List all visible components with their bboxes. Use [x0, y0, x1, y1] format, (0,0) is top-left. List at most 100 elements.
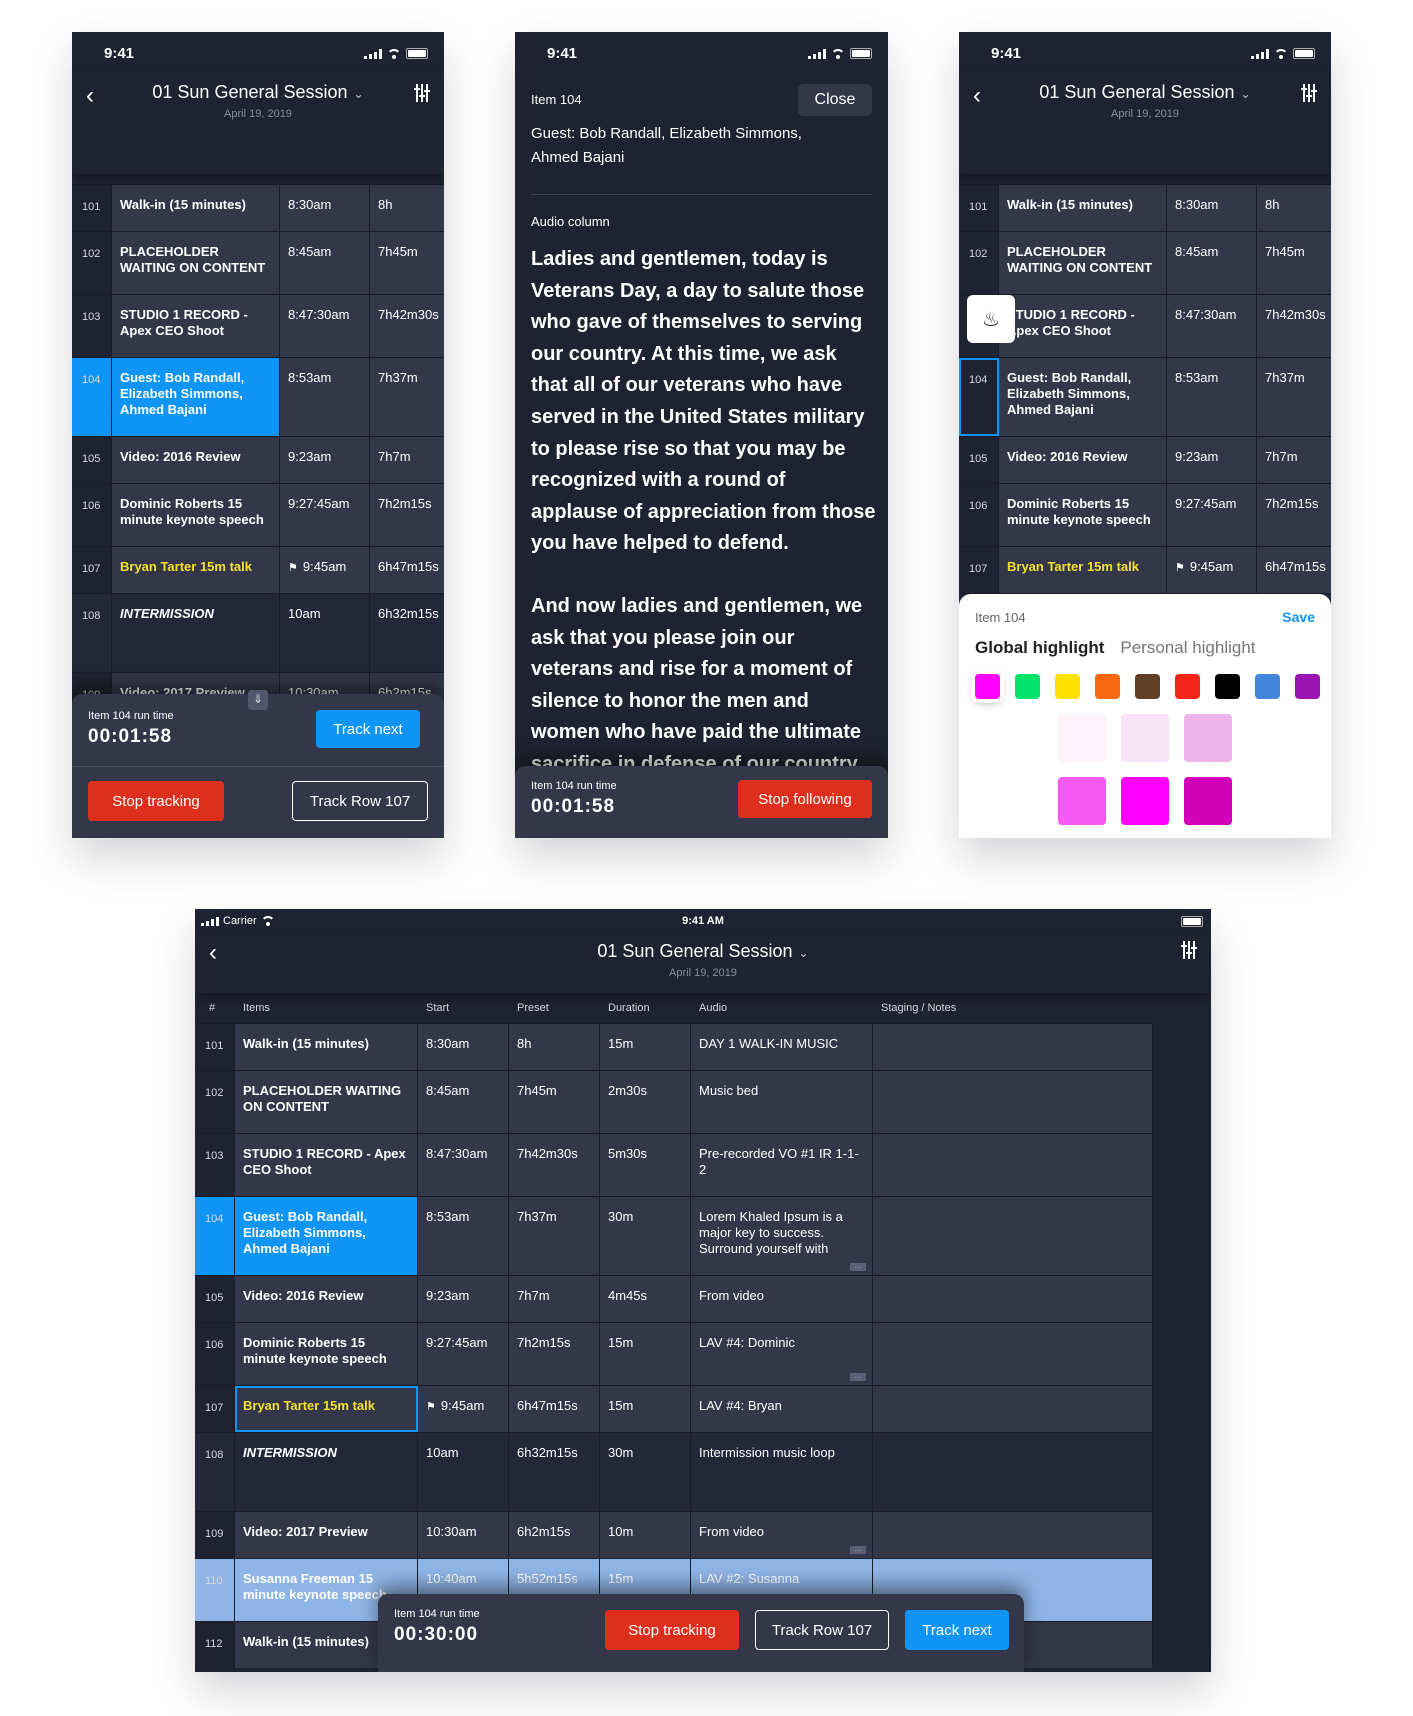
cell-preset[interactable]: 7h45m	[370, 232, 444, 294]
color-swatch[interactable]	[975, 674, 1000, 699]
cell-preset[interactable]: 7h37m	[1257, 358, 1331, 436]
cell-items[interactable]: Video: 2017 Preview	[235, 1512, 418, 1558]
cell-audio[interactable]: LAV #4: Bryan	[691, 1386, 873, 1432]
cell-start[interactable]: 8:47:30am	[418, 1134, 509, 1196]
collapse-chevrons-icon[interactable]: ⇓	[248, 690, 268, 710]
cell-start[interactable]: 8:53am	[418, 1197, 509, 1275]
table-row[interactable]: 107 Bryan Tarter 15m talk ⚑ 9:45am 6h47m15s	[959, 546, 1331, 593]
cell-items[interactable]: Walk-in (15 minutes)	[999, 185, 1167, 231]
shade-swatch[interactable]	[1184, 777, 1232, 825]
more-icon[interactable]: ...	[850, 1262, 866, 1271]
cell-start[interactable]: 8:45am	[280, 232, 370, 294]
cell-preset[interactable]: 7h45m	[509, 1071, 600, 1133]
cell-items[interactable]: Bryan Tarter 15m talk	[999, 547, 1167, 593]
track-row-button[interactable]: Track Row 107	[755, 1610, 889, 1650]
cell-preset[interactable]: 7h2m15s	[370, 484, 444, 546]
track-row-button[interactable]: Track Row 107	[292, 781, 428, 821]
table-row[interactable]: 108 INTERMISSION 10am 6h32m15s 30m Intermissi…	[195, 1432, 1153, 1511]
table-row[interactable]: 104 Guest: Bob Randall, Elizabeth Simmons…	[959, 357, 1331, 436]
column-header-duration[interactable]: Duration	[600, 1002, 691, 1014]
save-button[interactable]: Save	[1282, 609, 1315, 625]
cell-start[interactable]: 9:23am	[418, 1276, 509, 1322]
cell-items[interactable]: INTERMISSION	[235, 1433, 418, 1511]
session-title[interactable]: 01 Sun General Session ⌄	[72, 82, 444, 103]
cell-start[interactable]: 8:30am	[280, 185, 370, 231]
cell-notes[interactable]	[873, 1276, 1153, 1322]
column-header-start[interactable]: Start	[418, 1002, 509, 1014]
track-next-button[interactable]: Track next	[316, 710, 420, 748]
color-swatch[interactable]	[1095, 674, 1120, 699]
color-swatch[interactable]	[1015, 674, 1040, 699]
column-header-preset[interactable]: Preset	[509, 1002, 600, 1014]
cell-notes[interactable]	[873, 1386, 1153, 1432]
track-next-button[interactable]: Track next	[905, 1610, 1009, 1650]
cell-items[interactable]: STUDIO 1 RECORD - Apex CEO Shoot	[112, 295, 280, 357]
table-row[interactable]: 102 PLACEHOLDER WAITING ON CONTENT 8:45am 7…	[195, 1070, 1153, 1133]
cell-start[interactable]: ⚑ 9:45am	[418, 1386, 509, 1432]
table-row[interactable]: 102 PLACEHOLDER WAITING ON CONTENT 8:45am 7…	[959, 231, 1331, 294]
cell-duration[interactable]: 5m30s	[600, 1134, 691, 1196]
paint-bucket-icon[interactable]: ♨	[967, 295, 1015, 343]
cell-items[interactable]: Guest: Bob Randall, Elizabeth Simmons, A…	[112, 358, 280, 436]
filter-sliders-icon[interactable]	[414, 84, 430, 102]
cell-start[interactable]: 10am	[280, 594, 370, 672]
table-row[interactable]: 107 Bryan Tarter 15m talk ⚑ 9:45am 6h47m15s	[72, 546, 444, 593]
color-swatch[interactable]	[1055, 674, 1080, 699]
cell-preset[interactable]: 8h	[509, 1024, 600, 1070]
table-row[interactable]: 107 Bryan Tarter 15m talk ⚑ 9:45am 6h47m15s…	[195, 1385, 1153, 1432]
cell-duration[interactable]: 4m45s	[600, 1276, 691, 1322]
cell-start[interactable]: ⚑ 9:45am	[280, 547, 370, 593]
table-row[interactable]: 108 INTERMISSION 10am 6h32m15s	[72, 593, 444, 672]
color-swatch[interactable]	[1135, 674, 1160, 699]
color-swatch[interactable]	[1215, 674, 1240, 699]
cell-duration[interactable]: 30m	[600, 1197, 691, 1275]
cell-items[interactable]: Dominic Roberts 15 minute keynote speech	[112, 484, 280, 546]
cell-preset[interactable]: 7h2m15s	[509, 1323, 600, 1385]
cell-audio[interactable]: LAV #4: Dominic...	[691, 1323, 873, 1385]
stop-following-button[interactable]: Stop following	[738, 780, 872, 818]
cell-preset[interactable]: 8h	[1257, 185, 1331, 231]
cell-items[interactable]: Dominic Roberts 15 minute keynote speech	[235, 1323, 418, 1385]
shade-swatch[interactable]	[1121, 777, 1169, 825]
cell-start[interactable]: 9:23am	[1167, 437, 1257, 483]
cell-duration[interactable]: 2m30s	[600, 1071, 691, 1133]
cell-preset[interactable]: 6h32m15s	[370, 594, 444, 672]
cell-start[interactable]: ⚑ 9:45am	[1167, 547, 1257, 593]
cell-items[interactable]: PLACEHOLDER WAITING ON CONTENT	[999, 232, 1167, 294]
cell-items[interactable]: Video: 2016 Review	[235, 1276, 418, 1322]
cell-preset[interactable]: 7h7m	[509, 1276, 600, 1322]
cell-notes[interactable]	[873, 1024, 1153, 1070]
cell-preset[interactable]: 7h42m30s	[370, 295, 444, 357]
column-header-items[interactable]: Items	[235, 1002, 418, 1014]
cell-audio[interactable]: DAY 1 WALK-IN MUSIC	[691, 1024, 873, 1070]
cell-audio[interactable]: Music bed	[691, 1071, 873, 1133]
table-row[interactable]: 105 Video: 2016 Review 9:23am 7h7m	[959, 436, 1331, 483]
cell-items[interactable]: Walk-in (15 minutes)	[112, 185, 280, 231]
cell-items[interactable]: STUDIO 1 RECORD - Apex CEO Shoot	[999, 295, 1167, 357]
color-swatch[interactable]	[1175, 674, 1200, 699]
cell-notes[interactable]	[873, 1197, 1153, 1275]
cell-items[interactable]: PLACEHOLDER WAITING ON CONTENT	[112, 232, 280, 294]
shade-swatch[interactable]	[1058, 777, 1106, 825]
column-header-num[interactable]: #	[195, 1002, 235, 1014]
table-row[interactable]: 101 Walk-in (15 minutes) 8:30am 8h 15m DAY 1 …	[195, 1023, 1153, 1070]
cell-items[interactable]: Bryan Tarter 15m talk	[112, 547, 280, 593]
cell-start[interactable]: 9:27:45am	[1167, 484, 1257, 546]
cell-preset[interactable]: 7h42m30s	[509, 1134, 600, 1196]
column-header-notes[interactable]: Staging / Notes	[873, 1002, 1153, 1014]
cell-preset[interactable]: 7h37m	[509, 1197, 600, 1275]
cell-audio[interactable]: From video	[691, 1276, 873, 1322]
tab-personal-highlight[interactable]: Personal highlight	[1120, 638, 1255, 658]
cell-start[interactable]: 9:23am	[280, 437, 370, 483]
cell-start[interactable]: 10:30am	[418, 1512, 509, 1558]
table-row[interactable]: 109 Video: 2017 Preview 10:30am 6h2m15s 10m F…	[195, 1511, 1153, 1558]
cell-items[interactable]: INTERMISSION	[112, 594, 280, 672]
tab-global-highlight[interactable]: Global highlight	[975, 638, 1104, 658]
cell-preset[interactable]: 7h7m	[1257, 437, 1331, 483]
color-swatch[interactable]	[1295, 674, 1320, 699]
cell-duration[interactable]: 10m	[600, 1512, 691, 1558]
cell-items[interactable]: Video: 2016 Review	[999, 437, 1167, 483]
stop-tracking-button[interactable]: Stop tracking	[88, 781, 224, 821]
table-row[interactable]: 104 Guest: Bob Randall, Elizabeth Simmons…	[72, 357, 444, 436]
cell-duration[interactable]: 15m	[600, 1024, 691, 1070]
